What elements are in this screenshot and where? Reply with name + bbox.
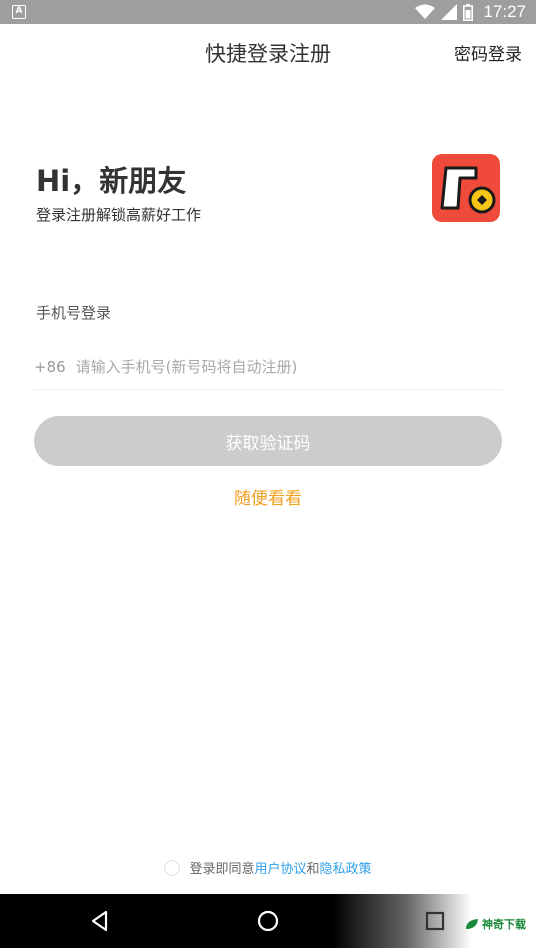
user-agreement-link[interactable]: 用户协议 xyxy=(254,858,306,877)
phone-input[interactable] xyxy=(75,357,502,376)
home-icon[interactable] xyxy=(254,907,282,935)
agreement-prefix: 登录即同意 xyxy=(189,862,255,877)
phone-login-label: 手机号登录 xyxy=(36,304,112,322)
privacy-policy-link[interactable]: 隐私政策 xyxy=(320,858,372,877)
status-bar: A 17:27 xyxy=(0,0,536,24)
notification-app-icon: A xyxy=(12,5,26,19)
watermark-text: 神奇下载 xyxy=(482,918,526,931)
greeting-title: Hi，新朋友 xyxy=(36,164,187,198)
phone-input-row: +86 xyxy=(34,344,502,390)
status-icons: 17:27 xyxy=(415,0,526,24)
agreement: 登录即同意 用户协议 和 隐私政策 xyxy=(0,858,536,877)
logo-icon xyxy=(440,166,496,214)
agree-checkbox[interactable] xyxy=(164,859,181,876)
agreement-conjunction: 和 xyxy=(306,862,320,877)
country-code[interactable]: +86 xyxy=(34,358,66,376)
app-logo xyxy=(432,154,500,222)
leaf-icon xyxy=(466,919,478,929)
header: 快捷登录注册 密码登录 xyxy=(0,24,536,80)
get-code-button[interactable]: 获取验证码 xyxy=(34,416,502,466)
back-icon[interactable] xyxy=(86,907,114,935)
battery-icon xyxy=(463,3,474,21)
wifi-icon xyxy=(415,4,436,19)
browse-link[interactable]: 随便看看 xyxy=(0,484,536,509)
greeting-subtitle: 登录注册解锁高薪好工作 xyxy=(36,206,202,224)
recents-icon[interactable] xyxy=(421,907,449,935)
watermark: 神奇下载 xyxy=(465,916,526,932)
nav-bar: 神奇下载 xyxy=(0,894,536,948)
status-time: 17:27 xyxy=(483,2,526,21)
password-login-link[interactable]: 密码登录 xyxy=(454,40,522,65)
signal-icon xyxy=(441,4,458,20)
